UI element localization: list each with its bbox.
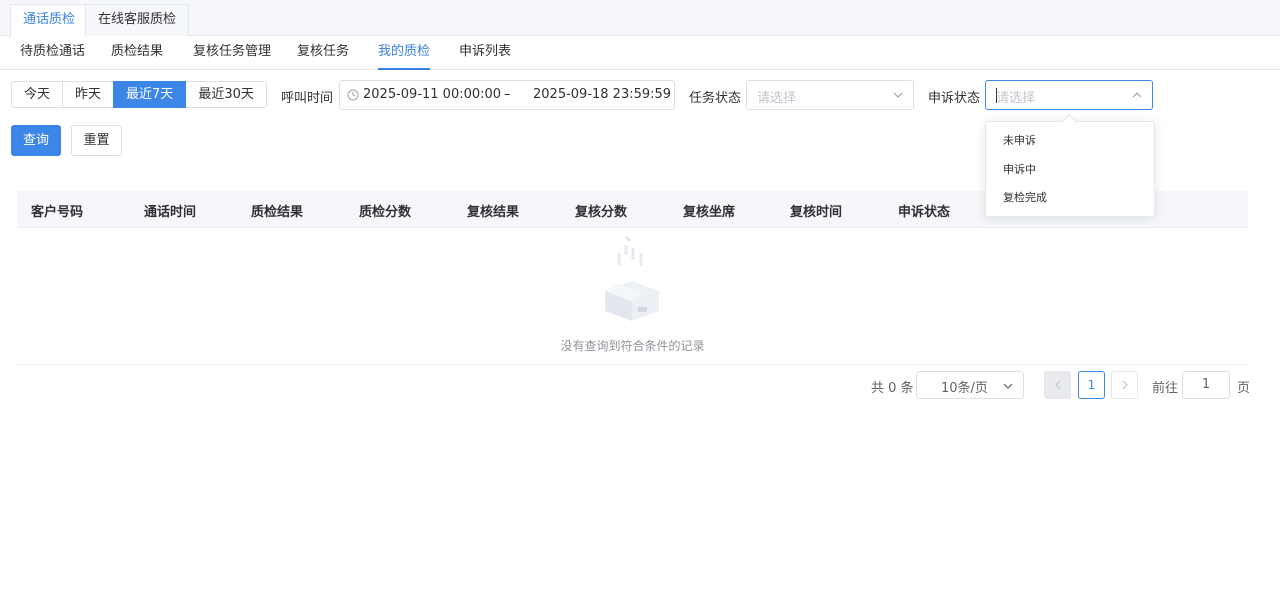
appeal-status-placeholder: 请选择 [996,91,1036,106]
task-status-placeholder: 请选择 [757,91,797,106]
appeal-status-select[interactable]: 请选择 [985,80,1153,110]
call-time-start[interactable]: 2025-09-11 00:00:00 [363,87,501,102]
page-unit-label: 页 [1237,381,1251,396]
range-today-button[interactable]: 今天 [11,81,64,108]
chevron-down-icon [1003,383,1013,389]
option-not-appealed[interactable]: 未申诉 [986,127,1154,155]
goto-page-input[interactable]: 1 [1182,371,1230,399]
column-header-call-time[interactable]: 通话时间 [144,201,196,220]
chevron-up-icon [1132,92,1142,98]
call-time-end[interactable]: 2025-09-18 23:59:59 [533,87,671,102]
nav-pending-calls[interactable]: 待质检通话 [20,36,85,70]
call-time-range-picker[interactable]: 2025-09-11 00:00:00 – 2025-09-18 23:59:5… [339,80,675,110]
task-status-label: 任务状态 [689,91,742,106]
column-header-review-agent[interactable]: 复核坐席 [683,201,735,220]
empty-state-text: 没有查询到符合条件的记录 [560,339,705,353]
chevron-down-icon [893,92,903,98]
nav-review-task-management[interactable]: 复核任务管理 [193,36,271,70]
column-header-review-result[interactable]: 复核结果 [467,201,519,220]
range-separator: – [504,87,511,102]
dropdown-pointer [1061,113,1077,129]
table-bottom-border [17,364,1248,365]
empty-box-icon [605,236,659,321]
column-header-customer-number[interactable]: 客户号码 [31,201,83,220]
option-recheck-complete[interactable]: 复检完成 [986,184,1154,212]
reset-button[interactable]: 重置 [71,125,122,156]
page-number-button[interactable]: 1 [1078,371,1105,399]
page-size-value: 10条/页 [941,381,988,396]
quick-range-group: 今天 昨天 最近7天 最近30天 [11,81,267,108]
chevron-left-icon [1054,380,1060,390]
nav-review-tasks[interactable]: 复核任务 [297,36,349,70]
range-yesterday-button[interactable]: 昨天 [62,81,115,108]
appeal-status-label: 申诉状态 [928,91,981,106]
range-last-30-days-button[interactable]: 最近30天 [185,81,267,108]
task-status-select[interactable]: 请选择 [746,80,914,110]
column-header-qc-score[interactable]: 质检分数 [359,201,411,220]
column-header-review-score[interactable]: 复核分数 [575,201,627,220]
call-time-label: 呼叫时间 [281,91,334,106]
appeal-status-dropdown: 未申诉 申诉中 复检完成 [985,113,1155,217]
prev-page-button[interactable] [1044,371,1071,399]
clock-icon [347,89,359,101]
query-button[interactable]: 查询 [11,125,61,156]
column-header-qc-result[interactable]: 质检结果 [251,201,303,220]
column-header-review-time[interactable]: 复核时间 [790,201,842,220]
option-appealing[interactable]: 申诉中 [986,156,1154,184]
top-tab-bar: 通话质检 在线客服质检 [0,0,1280,37]
range-last-7-days-button[interactable]: 最近7天 [113,81,187,108]
page-size-select[interactable]: 10条/页 [916,371,1024,399]
column-header-appeal-status[interactable]: 申诉状态 [898,201,950,220]
next-page-button[interactable] [1111,371,1138,399]
goto-label: 前往 [1152,381,1179,396]
nav-appeal-list[interactable]: 申诉列表 [459,36,511,70]
nav-my-qc[interactable]: 我的质检 [378,36,431,70]
sub-nav: 待质检通话 质检结果 复核任务管理 复核任务 我的质检 申诉列表 [0,36,1280,70]
pagination-total: 共 0 条 [871,381,914,396]
nav-qc-results[interactable]: 质检结果 [111,36,163,70]
tab-call-qc[interactable]: 通话质检 [10,4,89,37]
tab-online-service-qc[interactable]: 在线客服质检 [85,4,190,36]
chevron-right-icon [1122,380,1128,390]
